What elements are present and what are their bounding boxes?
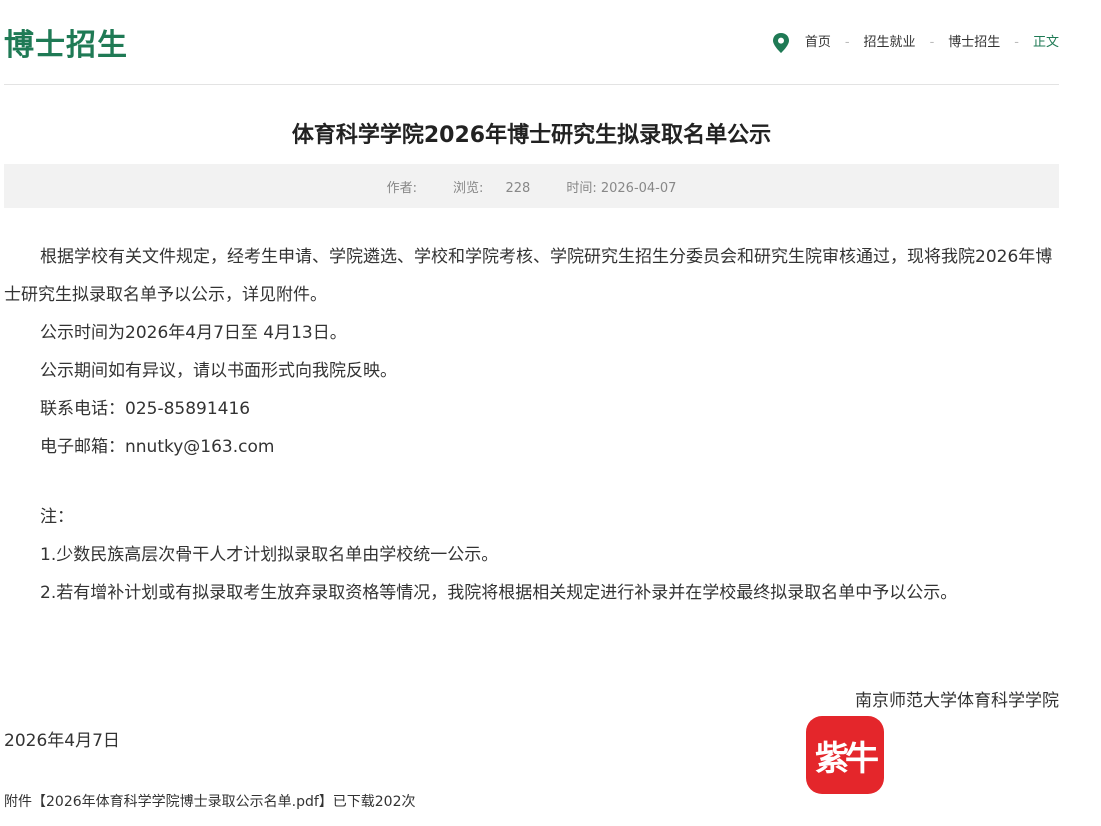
section-title: 博士招生 bbox=[4, 28, 128, 63]
paragraph: 电子邮箱：nnutky@163.com bbox=[40, 437, 275, 457]
author-label: 作者: bbox=[386, 180, 417, 196]
note-item: 1.少数民族高层次骨干人才计划拟录取名单由学校统一公示。 bbox=[40, 545, 499, 565]
article-meta: 作者: 浏览: 228 时间: 2026-04-07 bbox=[4, 164, 1059, 208]
paragraph: 联系电话：025-85891416 bbox=[40, 399, 251, 419]
article-date: 2026年4月7日 bbox=[4, 731, 120, 751]
attachment-text[interactable]: 附件【2026年体育科学学院博士录取公示名单.pdf】已下载202次 bbox=[4, 794, 416, 810]
time-label: 时间: 2026-04-07 bbox=[566, 177, 676, 196]
publish-time: 2026-04-07 bbox=[600, 180, 677, 196]
time-label-text: 时间: bbox=[566, 180, 597, 196]
header-divider bbox=[4, 84, 1059, 85]
paragraph: 公示时间为2026年4月7日至 4月13日。 bbox=[40, 323, 347, 343]
breadcrumb-home[interactable]: 首页 bbox=[805, 32, 831, 54]
breadcrumb-separator: - bbox=[929, 35, 935, 50]
views-label-text: 浏览: bbox=[452, 180, 484, 196]
breadcrumb-admissions[interactable]: 招生就业 bbox=[864, 32, 916, 54]
location-pin-icon bbox=[772, 33, 789, 53]
breadcrumb-separator: - bbox=[844, 35, 850, 50]
article-title: 体育科学学院2026年博士研究生拟录取名单公示 bbox=[291, 123, 772, 148]
views-label: 浏览: 228 bbox=[453, 177, 530, 196]
article-body: 根据学校有关文件规定，经考生申请、学院遴选、学校和学院考核、学院研究生招生分委员… bbox=[4, 238, 1059, 612]
breadcrumb-current: 正文 bbox=[1032, 35, 1059, 50]
ziniu-logo: 紫牛 bbox=[806, 716, 884, 794]
views-count: 228 bbox=[505, 180, 531, 196]
attachment-link[interactable]: 附件【2026年体育科学学院博士录取公示名单.pdf】已下载202次 bbox=[4, 790, 416, 814]
note-item: 2.若有增补计划或有拟录取考生放弃录取资格等情况，我院将根据相关规定进行补录并在… bbox=[40, 583, 958, 603]
signature: 南京师范大学体育科学学院 bbox=[855, 691, 1059, 711]
breadcrumb: 首页 - 招生就业 - 博士招生 - 正文 bbox=[771, 32, 1059, 54]
paragraph: 公示期间如有异议，请以书面形式向我院反映。 bbox=[40, 361, 397, 381]
note-heading: 注： bbox=[40, 507, 74, 527]
page: 博士招生 首页 - 招生就业 - 博士招生 - 正文 体育科学学院2026年博士… bbox=[0, 0, 1101, 826]
breadcrumb-doctoral-admissions[interactable]: 博士招生 bbox=[948, 32, 1000, 54]
paragraph: 根据学校有关文件规定，经考生申请、学院遴选、学校和学院考核、学院研究生招生分委员… bbox=[4, 247, 1053, 305]
breadcrumb-separator: - bbox=[1014, 35, 1019, 50]
